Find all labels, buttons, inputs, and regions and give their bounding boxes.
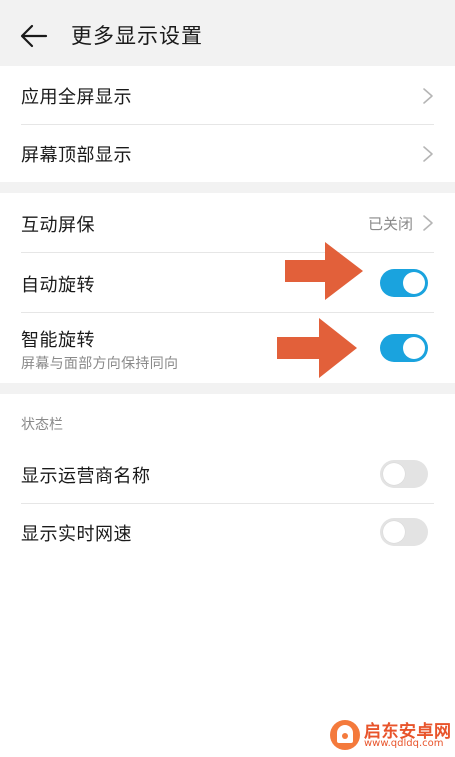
top-of-screen-row[interactable]: 屏幕顶部显示 <box>0 125 455 182</box>
page-title: 更多显示设置 <box>71 24 203 48</box>
fullscreen-apps-label: 应用全屏显示 <box>21 87 132 108</box>
back-arrow-icon <box>20 24 48 48</box>
rotation-group-card: 互动屏保 已关闭 自动旋转 智能旋转 屏幕与面部方向保持同向 <box>0 193 455 383</box>
auto-rotate-label: 自动旋转 <box>21 275 95 296</box>
smart-rotate-toggle[interactable] <box>380 334 428 362</box>
auto-rotate-toggle[interactable] <box>380 269 428 297</box>
screensaver-status: 已关闭 <box>367 215 413 233</box>
back-button[interactable] <box>14 18 54 54</box>
watermark-url: www.qdldq.com <box>364 738 444 749</box>
carrier-name-label: 显示运营商名称 <box>21 466 151 487</box>
screensaver-label: 互动屏保 <box>21 215 95 236</box>
toggle-knob <box>383 463 405 485</box>
network-speed-row: 显示实时网速 <box>0 504 455 562</box>
annotation-arrow-icon <box>285 242 363 300</box>
smart-rotate-label: 智能旋转 <box>21 330 95 351</box>
section-title-status-bar: 状态栏 <box>21 417 63 433</box>
screensaver-row[interactable]: 互动屏保 已关闭 <box>0 193 455 252</box>
fullscreen-apps-row[interactable]: 应用全屏显示 <box>0 66 455 124</box>
smart-rotate-row: 智能旋转 屏幕与面部方向保持同向 <box>0 313 455 383</box>
carrier-name-row: 显示运营商名称 <box>0 445 455 503</box>
display-group-card: 应用全屏显示 屏幕顶部显示 <box>0 66 455 182</box>
watermark: 启东安卓网 www.qdldq.com <box>328 716 453 756</box>
top-of-screen-label: 屏幕顶部显示 <box>21 145 132 166</box>
smart-rotate-description: 屏幕与面部方向保持同向 <box>21 356 179 372</box>
toggle-knob <box>383 521 405 543</box>
toggle-knob <box>403 272 425 294</box>
carrier-name-toggle[interactable] <box>380 460 428 488</box>
app-header: 更多显示设置 <box>0 0 455 66</box>
watermark-logo-icon <box>330 720 360 750</box>
auto-rotate-row: 自动旋转 <box>0 253 455 312</box>
chevron-right-icon <box>423 146 433 162</box>
network-speed-label: 显示实时网速 <box>21 524 132 545</box>
network-speed-toggle[interactable] <box>380 518 428 546</box>
chevron-right-icon <box>423 215 433 231</box>
annotation-arrow-icon <box>277 318 357 378</box>
toggle-knob <box>403 337 425 359</box>
chevron-right-icon <box>423 88 433 104</box>
